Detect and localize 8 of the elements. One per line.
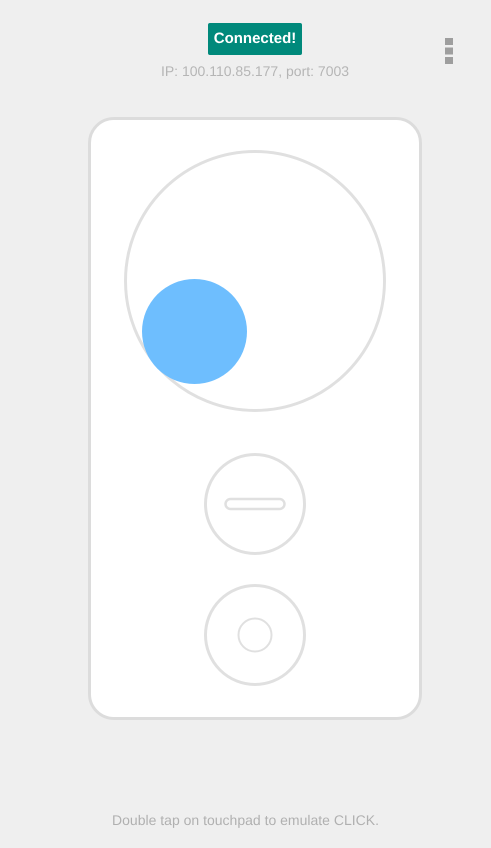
address-text: IP: 100.110.85.177, port: 7003 — [160, 63, 350, 79]
connection-status-badge: Connected! — [208, 23, 302, 55]
hint-text: Double tap on touchpad to emulate CLICK. — [111, 812, 380, 828]
more-vertical-icon — [445, 38, 453, 64]
touchpad[interactable] — [124, 150, 386, 412]
menu-button[interactable] — [443, 36, 455, 66]
circle-icon — [237, 617, 273, 653]
dash-icon — [224, 497, 286, 511]
